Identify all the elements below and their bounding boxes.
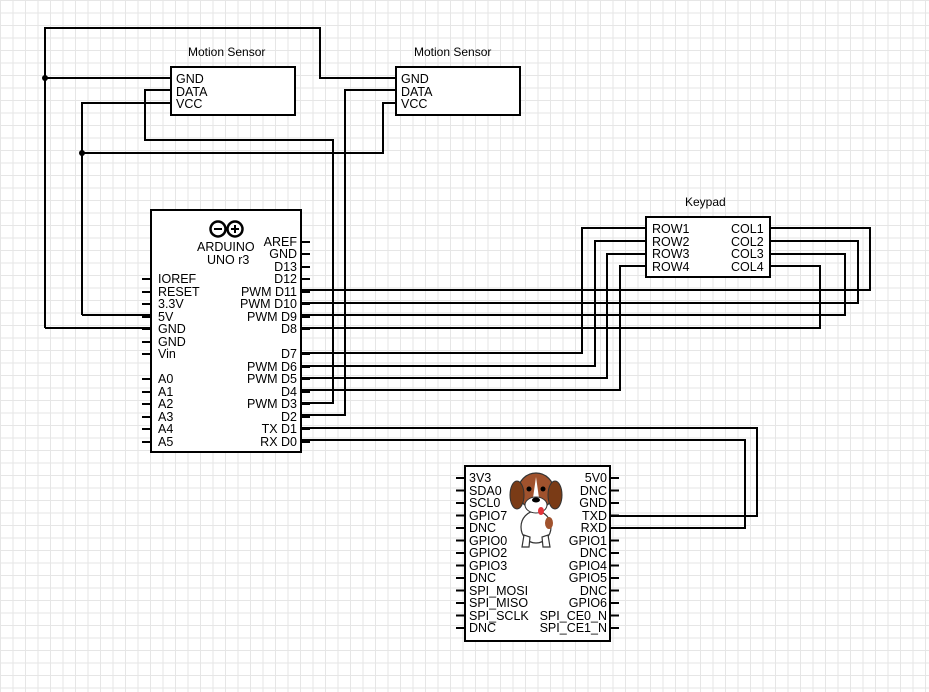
arduino-logo-icon (209, 220, 244, 238)
arduino-uno[interactable]: ARDUINO UNO r3 IOREF RESET 3.3V 5V GND GND Vin… (150, 209, 302, 453)
wire-col2 (302, 240, 859, 304)
beaglebone[interactable]: 3V3 SDA0 SCL0 GPIO7 DNC GPIO0 GPIO2 GPIO3 DNC SPI… (464, 465, 611, 642)
junction-dot (42, 75, 48, 81)
motion-sensor-1[interactable]: GND DATA VCC (170, 66, 296, 116)
keypad[interactable]: ROW1 ROW2 ROW3 ROW4 COL1 COL2 COL3 COL4 (645, 216, 771, 278)
junction-dot (79, 150, 85, 156)
arduino-model: UNO r3 (207, 253, 250, 267)
motion-sensor-2-title: Motion Sensor (414, 45, 492, 59)
pin-label: DNC (469, 621, 497, 635)
pin-label: D8 (281, 322, 297, 336)
motion-sensor-2[interactable]: GND DATA VCC (395, 66, 521, 116)
wire-col1 (302, 227, 871, 291)
pin-label: A5 (158, 435, 174, 449)
pin-label: VCC (176, 97, 203, 111)
motion-sensor-1-title: Motion Sensor (188, 45, 266, 59)
pin-label: ROW4 (652, 260, 690, 274)
pin-label: Vin (158, 347, 176, 361)
pin-label: RX D0 (260, 435, 297, 449)
pin-label: VCC (401, 97, 428, 111)
pin-label: COL4 (731, 260, 764, 274)
beagle-dog-icon (509, 472, 563, 548)
keypad-title: Keypad (685, 195, 726, 209)
pin-label: SPI_CE1_N (539, 621, 607, 635)
